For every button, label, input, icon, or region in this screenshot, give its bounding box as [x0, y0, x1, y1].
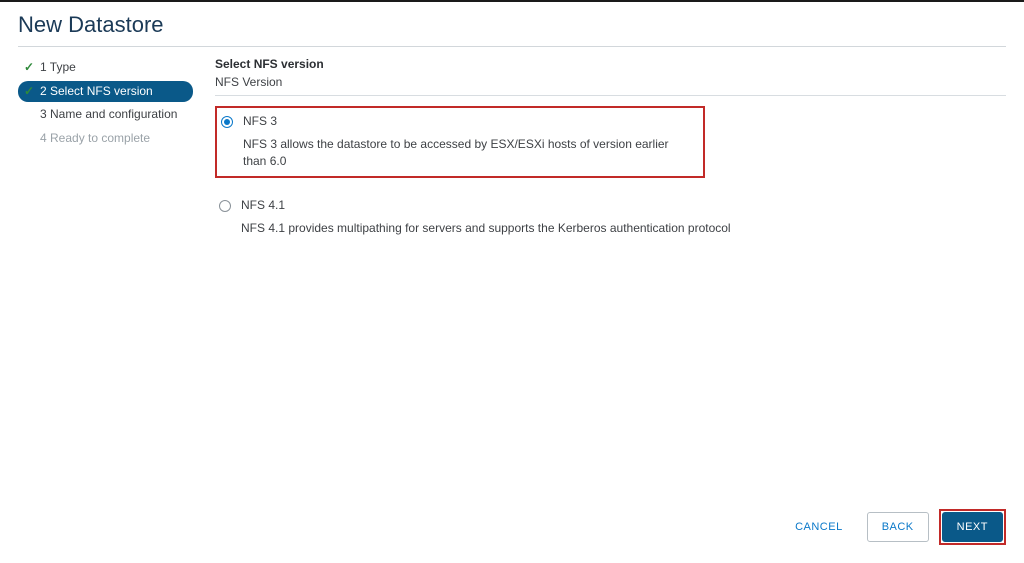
next-button-highlight: NEXT — [939, 509, 1006, 545]
step-name-and-configuration[interactable]: 3 Name and configuration — [18, 104, 193, 126]
cancel-button[interactable]: CANCEL — [781, 513, 857, 541]
wizard-content: Select NFS version NFS Version NFS 3 NFS… — [215, 57, 1006, 497]
dialog-title: New Datastore — [18, 12, 1006, 38]
option-nfs3-title: NFS 3 — [243, 114, 695, 128]
check-icon: ✓ — [24, 60, 38, 76]
option-nfs41-description: NFS 4.1 provides multipathing for server… — [241, 220, 998, 237]
radio-nfs3[interactable] — [221, 116, 233, 128]
option-nfs3[interactable]: NFS 3 NFS 3 allows the datastore to be a… — [215, 106, 705, 178]
section-divider — [215, 95, 1006, 96]
step-name-and-configuration-label: 3 Name and configuration — [40, 107, 187, 123]
option-nfs3-description: NFS 3 allows the datastore to be accesse… — [243, 136, 695, 170]
option-nfs41-title: NFS 4.1 — [241, 198, 998, 212]
section-title: Select NFS version — [215, 57, 1006, 71]
wizard-footer: CANCEL BACK NEXT — [0, 497, 1024, 563]
nfs-version-options: NFS 3 NFS 3 allows the datastore to be a… — [215, 106, 1006, 242]
step-ready-to-complete-label: 4 Ready to complete — [40, 131, 187, 147]
next-button[interactable]: NEXT — [942, 512, 1003, 542]
step-ready-to-complete: 4 Ready to complete — [18, 128, 193, 150]
section-subtitle: NFS Version — [215, 75, 1006, 89]
step-select-nfs-version-label: 2 Select NFS version — [40, 84, 187, 100]
radio-nfs41[interactable] — [219, 200, 231, 212]
option-nfs41[interactable]: NFS 4.1 NFS 4.1 provides multipathing fo… — [215, 192, 1006, 243]
step-select-nfs-version[interactable]: ✓ 2 Select NFS version — [18, 81, 193, 103]
back-button[interactable]: BACK — [867, 512, 929, 542]
step-type[interactable]: ✓ 1 Type — [18, 57, 193, 79]
wizard-steps-sidebar: ✓ 1 Type ✓ 2 Select NFS version 3 Name a… — [18, 57, 193, 497]
step-type-label: 1 Type — [40, 60, 187, 76]
check-icon: ✓ — [24, 84, 38, 100]
